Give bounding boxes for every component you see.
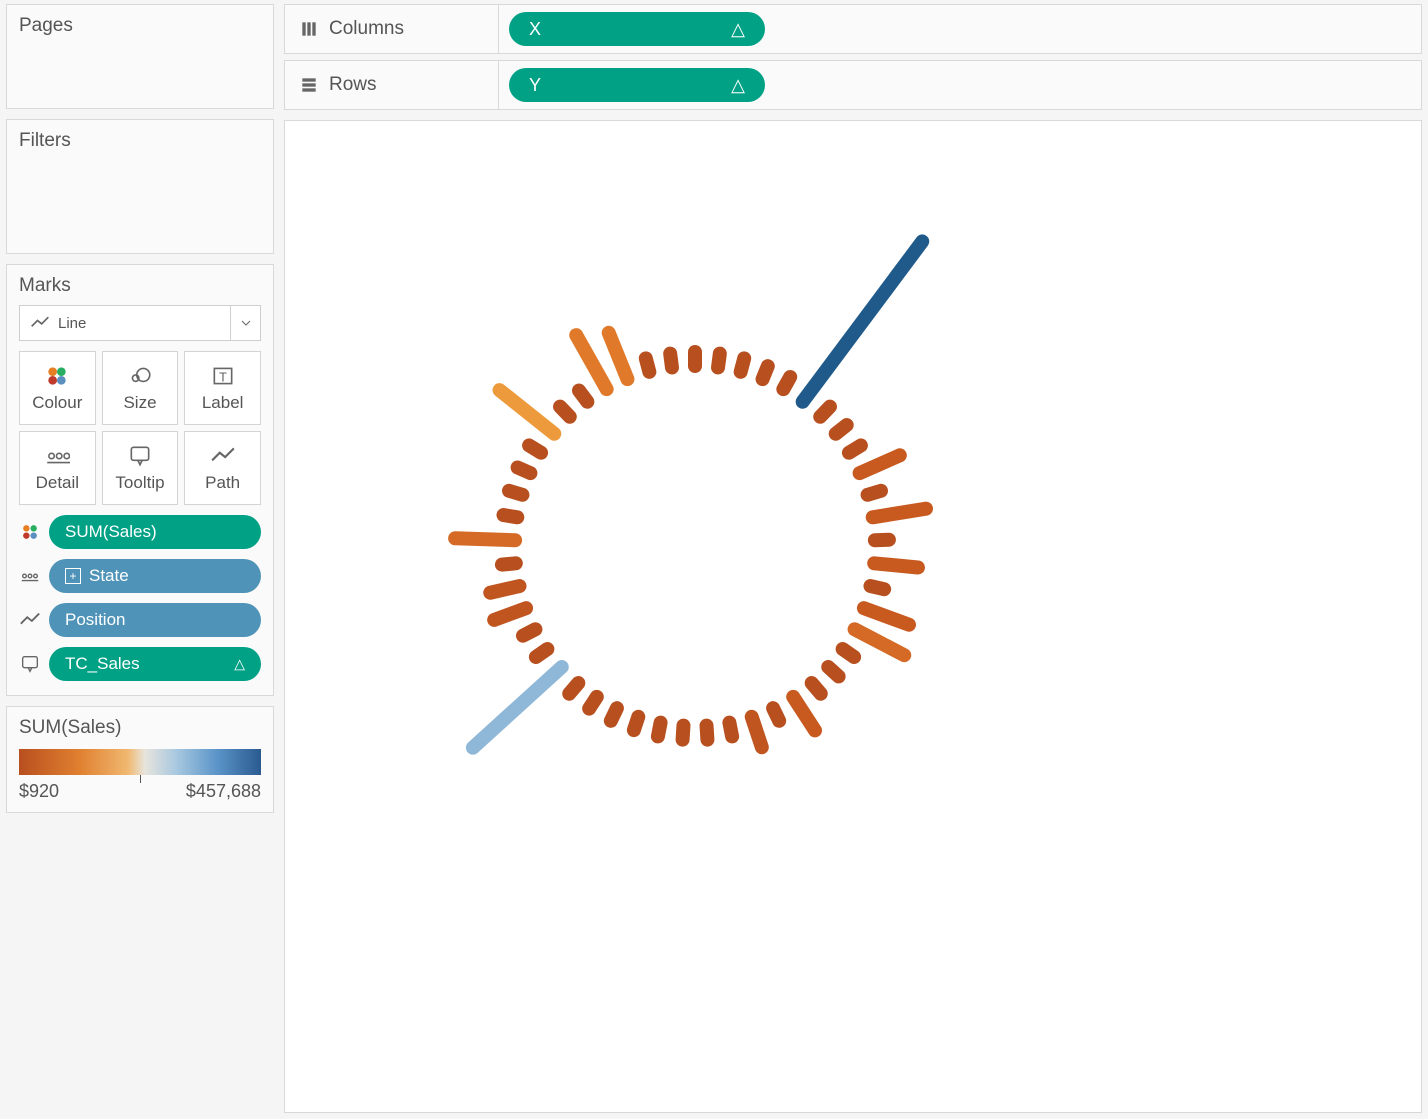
marks-title: Marks xyxy=(19,275,261,297)
size-icon xyxy=(127,363,153,389)
colour-legend[interactable]: SUM(Sales) $920 $457,688 xyxy=(6,706,274,813)
detail-button[interactable]: Detail xyxy=(19,431,96,505)
tooltip-icon xyxy=(19,653,41,675)
mark-type-label: Line xyxy=(58,315,86,332)
pill-y[interactable]: Y△ xyxy=(509,68,765,102)
pill-x[interactable]: X△ xyxy=(509,12,765,46)
legend-min: $920 xyxy=(19,781,59,802)
viz-canvas[interactable] xyxy=(284,120,1422,1113)
legend-max: $457,688 xyxy=(186,781,261,802)
pill-state[interactable]: +State xyxy=(49,559,261,593)
legend-gradient xyxy=(19,749,261,775)
pill-tc-sales[interactable]: TC_Sales△ xyxy=(49,647,261,681)
columns-label: Columns xyxy=(329,18,404,40)
marks-panel: Marks Line Colour Size xyxy=(6,264,274,696)
colour-icon xyxy=(19,521,41,543)
size-button[interactable]: Size xyxy=(102,351,179,425)
colour-button[interactable]: Colour xyxy=(19,351,96,425)
colour-icon xyxy=(44,363,70,389)
rows-icon xyxy=(299,75,319,95)
delta-icon: △ xyxy=(234,656,245,673)
label-icon: T xyxy=(210,363,236,389)
path-button[interactable]: Path xyxy=(184,431,261,505)
mark-pill-tooltip: TC_Sales△ xyxy=(19,647,261,681)
line-icon xyxy=(30,313,50,333)
filters-panel[interactable]: Filters xyxy=(6,119,274,254)
legend-tick xyxy=(140,775,141,783)
path-icon xyxy=(210,443,236,469)
pages-title: Pages xyxy=(19,15,261,37)
svg-text:T: T xyxy=(219,369,227,384)
columns-icon xyxy=(299,19,319,39)
mark-pill-detail: +State xyxy=(19,559,261,593)
mark-type-dropdown[interactable]: Line xyxy=(19,305,261,341)
pill-position[interactable]: Position xyxy=(49,603,261,637)
label-button[interactable]: T Label xyxy=(184,351,261,425)
expand-icon: + xyxy=(65,568,81,584)
pages-panel[interactable]: Pages xyxy=(6,4,274,109)
filters-title: Filters xyxy=(19,130,261,152)
tooltip-button[interactable]: Tooltip xyxy=(102,431,179,505)
detail-icon xyxy=(19,565,41,587)
radial-chart xyxy=(285,121,1421,1112)
delta-icon: △ xyxy=(731,19,745,40)
legend-title: SUM(Sales) xyxy=(19,717,261,739)
pill-sum-sales[interactable]: SUM(Sales) xyxy=(49,515,261,549)
mark-pill-colour: SUM(Sales) xyxy=(19,515,261,549)
rows-shelf[interactable]: Rows Y△ xyxy=(284,60,1422,110)
chevron-down-icon[interactable] xyxy=(230,306,260,340)
rows-label: Rows xyxy=(329,74,377,96)
delta-icon: △ xyxy=(731,75,745,96)
columns-shelf[interactable]: Columns X△ xyxy=(284,4,1422,54)
path-icon xyxy=(19,609,41,631)
detail-icon xyxy=(44,443,70,469)
tooltip-icon xyxy=(127,443,153,469)
mark-pill-path: Position xyxy=(19,603,261,637)
